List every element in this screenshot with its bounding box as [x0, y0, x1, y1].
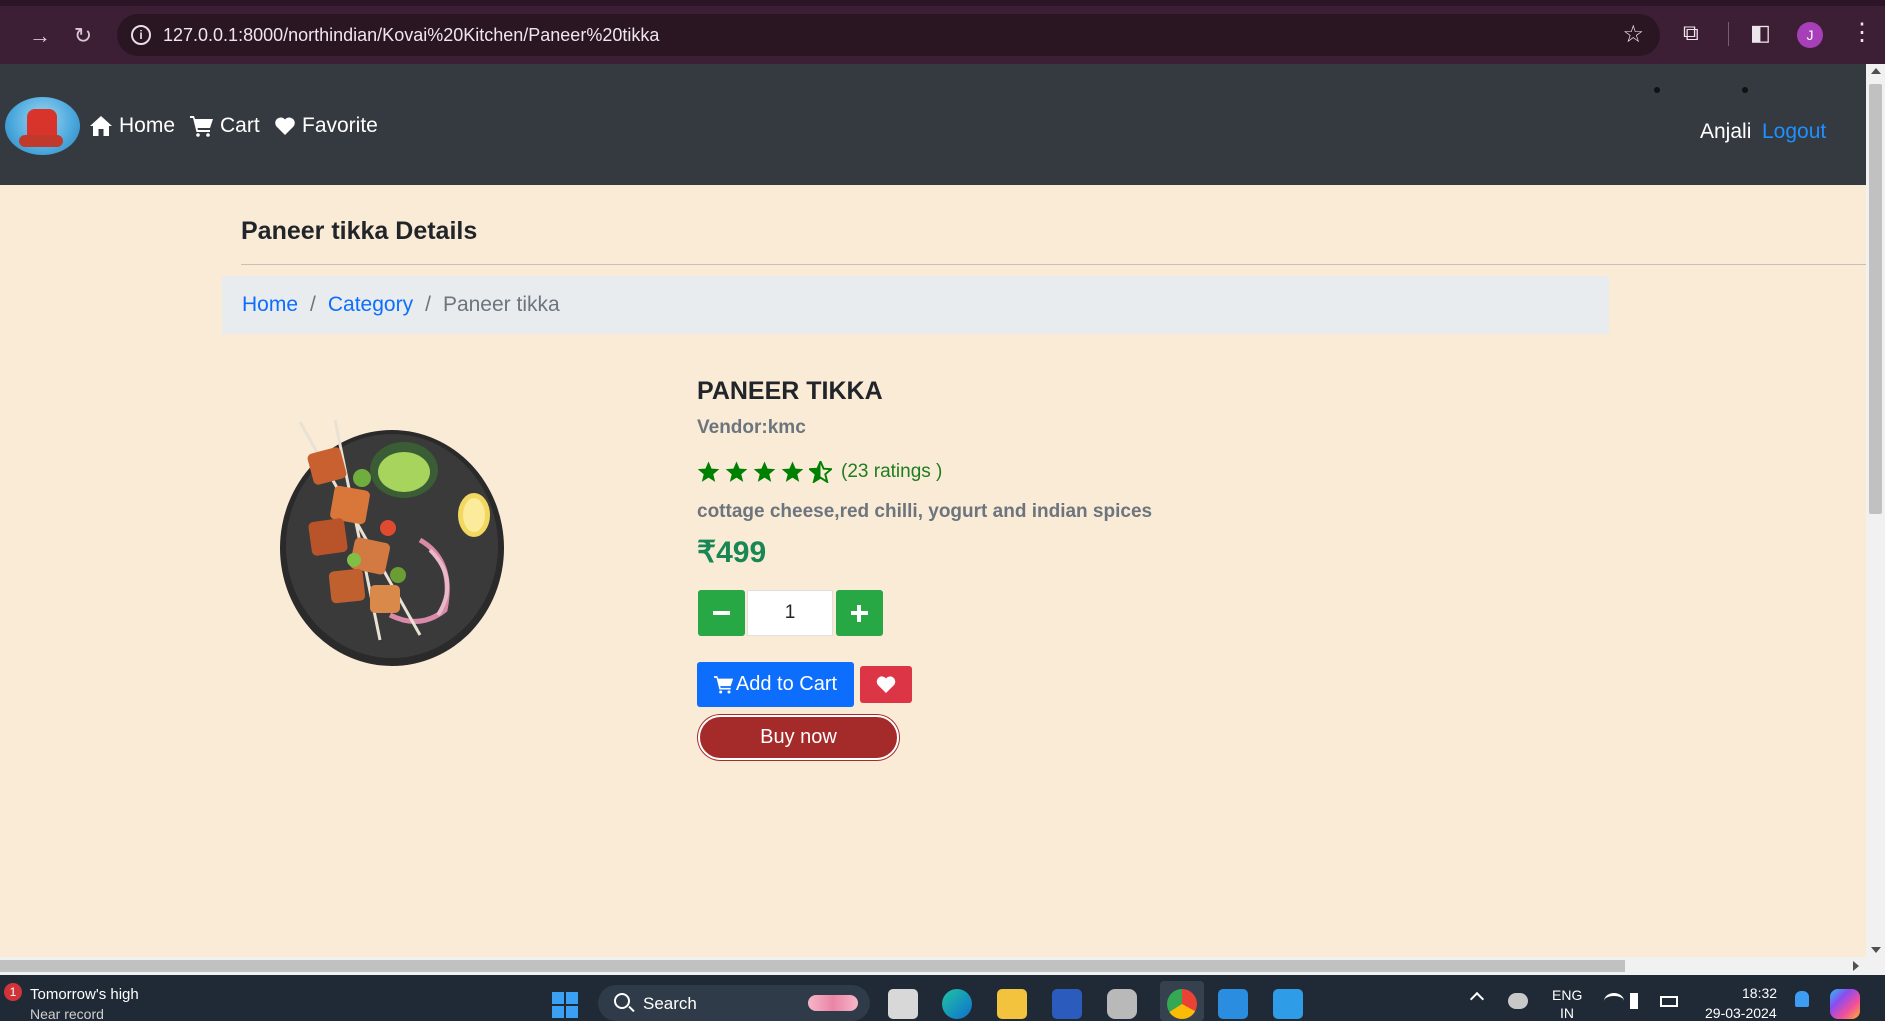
- taskbar-search[interactable]: Search: [598, 985, 870, 1021]
- breadcrumb: Home / Category / Paneer tikka: [222, 276, 1609, 334]
- user-name: Anjali: [1700, 120, 1752, 143]
- breadcrumb-separator: /: [310, 293, 316, 316]
- product-vendor: Vendor:kmc: [697, 417, 806, 438]
- product-name: PANEER TIKKA: [697, 377, 883, 405]
- search-icon: [614, 993, 630, 1009]
- bookmark-star-icon[interactable]: ☆: [1622, 20, 1644, 49]
- heart-icon: [275, 117, 295, 135]
- language-indicator[interactable]: ENG: [1552, 987, 1582, 1003]
- windows-taskbar: 1 Tomorrow's high Near record Search ENG…: [0, 975, 1885, 1021]
- breadcrumb-home[interactable]: Home: [242, 293, 298, 317]
- task-view-icon[interactable]: [888, 989, 918, 1019]
- clock-date[interactable]: 29-03-2024: [1705, 1005, 1777, 1021]
- quantity-increment-button[interactable]: [836, 590, 883, 636]
- logout-link[interactable]: Logout: [1762, 120, 1826, 144]
- notification-bell-icon[interactable]: [1795, 991, 1809, 1007]
- photos-icon[interactable]: [1273, 989, 1303, 1019]
- region-indicator[interactable]: IN: [1560, 1005, 1574, 1021]
- scroll-down-icon[interactable]: [1871, 947, 1881, 953]
- forward-icon[interactable]: →: [24, 20, 56, 52]
- horizontal-scroll-thumb[interactable]: [0, 960, 1625, 972]
- logo-scooter: [19, 135, 63, 147]
- site-logo[interactable]: [5, 97, 80, 155]
- buy-now-button[interactable]: Buy now: [698, 715, 899, 760]
- weather-alert-badge[interactable]: 1: [4, 983, 22, 1001]
- toolbar-divider: [1728, 22, 1729, 46]
- nav-home-link[interactable]: Home: [89, 114, 175, 138]
- quantity-decrement-button[interactable]: [698, 590, 745, 636]
- weather-subtitle[interactable]: Near record: [30, 1006, 104, 1021]
- nav-cart-label: Cart: [220, 114, 260, 137]
- tray-overflow-icon[interactable]: [1469, 991, 1485, 1007]
- horizontal-scrollbar[interactable]: [0, 957, 1885, 975]
- battery-icon[interactable]: [1660, 996, 1678, 1007]
- vertical-scrollbar[interactable]: [1866, 64, 1885, 957]
- url-text[interactable]: 127.0.0.1:8000/northindian/Kovai%20Kitch…: [163, 25, 659, 46]
- vscode-icon[interactable]: [1218, 989, 1248, 1019]
- search-highlight-icon: [808, 995, 858, 1011]
- title-divider: [241, 264, 1866, 265]
- star-full-icon: [781, 461, 804, 482]
- star-full-icon: [753, 461, 776, 482]
- star-full-icon: [725, 461, 748, 482]
- add-to-favorite-button[interactable]: [860, 666, 912, 703]
- add-to-cart-label: Add to Cart: [735, 673, 838, 695]
- scroll-right-icon[interactable]: [1853, 961, 1859, 971]
- site-info-icon[interactable]: i: [131, 25, 151, 45]
- product-rating: (23 ratings ): [697, 461, 942, 483]
- side-panel-icon[interactable]: ◧: [1750, 20, 1771, 46]
- word-icon[interactable]: [1052, 989, 1082, 1019]
- breadcrumb-category[interactable]: Category: [328, 293, 413, 317]
- product-description: cottage cheese,red chilli, yogurt and in…: [697, 501, 1153, 522]
- search-label: Search: [643, 994, 697, 1013]
- breadcrumb-separator: /: [425, 293, 431, 316]
- profile-avatar[interactable]: J: [1797, 22, 1823, 48]
- add-to-cart-button[interactable]: Add to Cart: [697, 662, 854, 707]
- page-title: Paneer tikka Details: [241, 217, 478, 245]
- home-icon: [90, 116, 112, 136]
- nav-cart-link[interactable]: Cart: [190, 114, 260, 138]
- nav-favorite-label: Favorite: [302, 114, 378, 137]
- star-half-icon: [809, 461, 832, 483]
- minus-icon: [713, 611, 730, 615]
- product-image: [280, 419, 504, 666]
- product-price: ₹499: [697, 536, 767, 569]
- vertical-scroll-thumb[interactable]: [1869, 84, 1882, 514]
- scroll-up-icon[interactable]: [1871, 68, 1881, 74]
- onedrive-icon[interactable]: [1508, 993, 1528, 1009]
- wifi-icon[interactable]: [1604, 993, 1624, 1009]
- tab-strip: [0, 0, 1885, 6]
- quantity-input[interactable]: [747, 590, 833, 636]
- heart-icon: [876, 676, 896, 694]
- star-full-icon: [697, 461, 720, 482]
- weather-title[interactable]: Tomorrow's high: [30, 986, 139, 1003]
- rating-count: (23 ratings ): [841, 461, 943, 482]
- cart-icon: [190, 116, 213, 137]
- copilot-icon[interactable]: [1830, 989, 1860, 1019]
- cart-icon: [713, 676, 734, 694]
- nav-home-label: Home: [119, 114, 176, 137]
- windows-start-icon[interactable]: [552, 992, 578, 1018]
- database-icon[interactable]: [1107, 989, 1137, 1019]
- decorative-dot: [1742, 87, 1748, 93]
- edge-icon[interactable]: [942, 989, 972, 1019]
- extensions-icon[interactable]: ⧉: [1683, 20, 1699, 46]
- chrome-icon[interactable]: [1167, 989, 1197, 1019]
- volume-icon[interactable]: [1630, 993, 1650, 1009]
- browser-toolbar: → ↻ i 127.0.0.1:8000/northindian/Kovai%2…: [0, 0, 1885, 64]
- site-navbar: Home Cart Favorite Anjali Logout: [0, 64, 1866, 185]
- browser-menu-icon[interactable]: ⋮: [1850, 18, 1874, 47]
- file-explorer-icon[interactable]: [997, 989, 1027, 1019]
- reload-icon[interactable]: ↻: [67, 20, 99, 52]
- decorative-dot: [1654, 87, 1660, 93]
- clock-time[interactable]: 18:32: [1742, 985, 1777, 1001]
- nav-favorite-link[interactable]: Favorite: [274, 114, 378, 138]
- breadcrumb-current: Paneer tikka: [442, 293, 560, 316]
- address-bar[interactable]: i 127.0.0.1:8000/northindian/Kovai%20Kit…: [117, 14, 1660, 56]
